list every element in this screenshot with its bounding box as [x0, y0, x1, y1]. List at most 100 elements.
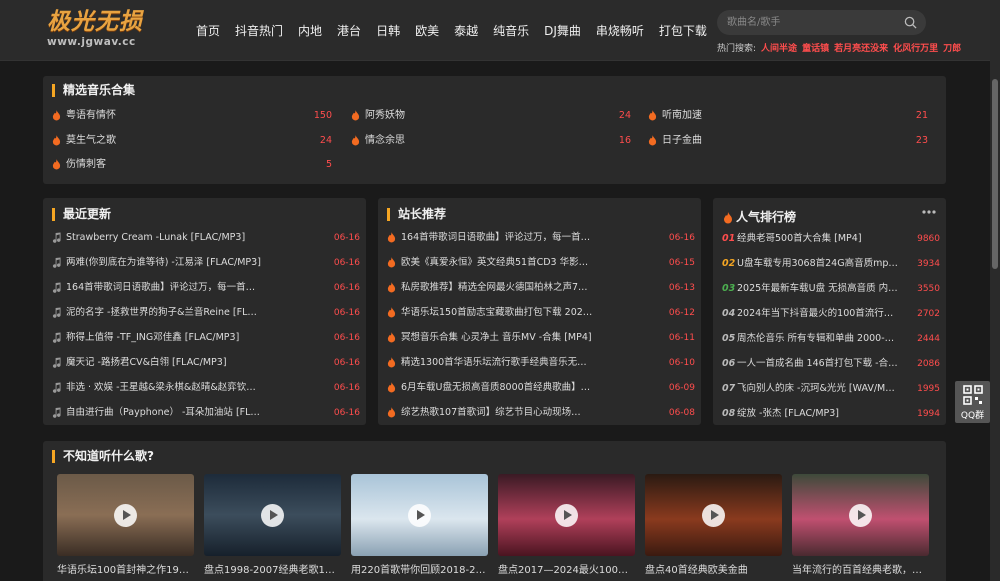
item-title: 非选 · 欢娱 -王星越&梁永棋&赵晴&赵弈钦…	[66, 382, 256, 393]
item-date: 06-08	[668, 408, 695, 418]
list-item[interactable]: 泥的名字 -拯救世界的狗子&兰音Reine [FL… 06-16	[52, 306, 360, 320]
collection-item[interactable]: 日子金曲 23	[648, 134, 928, 148]
item-title: 绽放 -张杰 [FLAC/MP3]	[737, 408, 839, 419]
play-icon[interactable]	[702, 504, 725, 527]
item-title: 经典老哥500首大合集 [MP4]	[737, 233, 862, 244]
list-item[interactable]: 两难(你到底在为谁等待) -江易泽 [FLAC/MP3] 06-16	[52, 256, 360, 270]
list-item[interactable]: 华语乐坛150首励志宝藏歌曲打包下载 202… 06-12	[387, 306, 695, 320]
nav-home[interactable]: 首页	[196, 22, 220, 40]
search-icon[interactable]	[904, 16, 917, 29]
list-item[interactable]: 164首带歌词日语歌曲】评论过万，每一首… 06-16	[52, 281, 360, 295]
list-item[interactable]: 欧美《真爱永恒》英文经典51首CD3 华影… 06-15	[387, 256, 695, 270]
item-title: 精选1300首华语乐坛流行歌手经典音乐无…	[401, 357, 587, 368]
video-thumbnail[interactable]	[351, 474, 488, 556]
play-count: 1994	[917, 409, 940, 419]
play-icon[interactable]	[408, 504, 431, 527]
collection-item[interactable]: 伤情刺客 5	[52, 158, 332, 172]
collection-item[interactable]: 莫生气之歌 24	[52, 134, 332, 148]
ranking-item[interactable]: 04 2024年当下抖音最火的100首流行… 2702	[722, 307, 940, 321]
list-item[interactable]: 综艺热歌107首歌词】综艺节目心动现场… 06-08	[387, 406, 695, 420]
list-item[interactable]: Strawberry Cream -Lunak [FLAC/MP3] 06-16	[52, 231, 360, 245]
rank-number: 04	[722, 308, 736, 319]
item-title: 164首带歌词日语歌曲】评论过万，每一首…	[401, 232, 591, 243]
nav-dj[interactable]: DJ舞曲	[544, 22, 581, 40]
list-item[interactable]: 私房歌推荐】精选全网最火德国柏林之声7… 06-13	[387, 281, 695, 295]
ranking-item[interactable]: 06 一人一首成名曲 146首打包下载 -合… 2086	[722, 357, 940, 371]
video-caption[interactable]: 当年流行的百首经典老歌，你…	[792, 561, 929, 576]
item-date: 06-16	[333, 408, 360, 418]
qq-group-button[interactable]: QQ群	[955, 381, 990, 423]
item-date: 06-13	[668, 283, 695, 293]
nav-jp-kr[interactable]: 日韩	[376, 22, 400, 40]
play-icon[interactable]	[114, 504, 137, 527]
play-count: 3550	[917, 284, 940, 294]
search-input[interactable]	[727, 13, 897, 32]
nav-medley[interactable]: 串烧畅听	[596, 22, 644, 40]
collection-name: 日子金曲	[662, 135, 702, 146]
video-thumbnail[interactable]	[498, 474, 635, 556]
ranking-item[interactable]: 08 绽放 -张杰 [FLAC/MP3] 1994	[722, 407, 940, 421]
item-title: 华语乐坛150首励志宝藏歌曲打包下载 202…	[401, 307, 593, 318]
item-date: 06-10	[668, 358, 695, 368]
list-item[interactable]: 自由进行曲（Payphone） -耳朵加油站 [FL… 06-16	[52, 406, 360, 420]
nav-douyin-hot[interactable]: 抖音热门	[235, 22, 283, 40]
list-item[interactable]: 魔天记 -路扬君CV&白翎 [FLAC/MP3] 06-16	[52, 356, 360, 370]
hot-keyword[interactable]: 人间半途	[761, 44, 797, 54]
collection-count: 24	[618, 110, 631, 121]
collection-name: 莫生气之歌	[66, 135, 116, 146]
ranking-item[interactable]: 05 周杰伦音乐 所有专辑和单曲 2000-2… 2444	[722, 332, 940, 346]
item-date: 06-16	[333, 283, 360, 293]
item-title: 魔天记 -路扬君CV&白翎 [FLAC/MP3]	[66, 357, 227, 368]
video-thumbnail[interactable]	[57, 474, 194, 556]
item-title: 2025年最新车载U盘 无损高音质 内…	[737, 283, 898, 294]
ranking-item[interactable]: 02 U盘车载专用3068首24G高音质mp… 3934	[722, 257, 940, 271]
nav-mainland[interactable]: 内地	[298, 22, 322, 40]
video-thumbnail[interactable]	[645, 474, 782, 556]
scrollbar-thumb[interactable]	[992, 79, 998, 269]
collections-title: 精选音乐合集	[52, 84, 135, 97]
play-icon[interactable]	[555, 504, 578, 527]
collection-item[interactable]: 粤语有情怀 150	[52, 109, 332, 123]
hot-keyword[interactable]: 刀郎	[943, 44, 961, 54]
collection-count: 16	[618, 135, 631, 146]
more-icon[interactable]	[922, 210, 936, 214]
list-item[interactable]: 称得上值得 -TF_ING邓佳鑫 [FLAC/MP3] 06-16	[52, 331, 360, 345]
nav-western[interactable]: 欧美	[415, 22, 439, 40]
video-caption[interactable]: 盘点2017—2024最火100首歌	[498, 561, 635, 576]
play-icon[interactable]	[849, 504, 872, 527]
list-item[interactable]: 精选1300首华语乐坛流行歌手经典音乐无… 06-10	[387, 356, 695, 370]
video-thumbnail[interactable]	[204, 474, 341, 556]
rank-number: 03	[722, 283, 736, 294]
video-caption[interactable]: 用220首歌带你回顾2018-202…	[351, 561, 488, 576]
play-icon[interactable]	[261, 504, 284, 527]
nav-thai-viet[interactable]: 泰越	[454, 22, 478, 40]
video-caption[interactable]: 盘点1998-2007经典老歌100首	[204, 561, 341, 576]
video-caption[interactable]: 盘点40首经典欧美金曲	[645, 561, 782, 576]
video-thumbnail[interactable]	[792, 474, 929, 556]
play-count: 2444	[917, 334, 940, 344]
ranking-item[interactable]: 01 经典老哥500首大合集 [MP4] 9860	[722, 232, 940, 246]
hot-keyword[interactable]: 童话镇	[802, 44, 829, 54]
hot-keyword[interactable]: 若月亮还没来	[834, 44, 888, 54]
collection-item[interactable]: 阿秀妖物 24	[351, 109, 631, 123]
collection-item[interactable]: 情念余思 16	[351, 134, 631, 148]
music-note-icon	[52, 357, 61, 368]
ranking-item[interactable]: 07 飞向别人的床 -沉珂&光光 [WAV/MP3] 1995	[722, 382, 940, 396]
item-date: 06-16	[333, 258, 360, 268]
site-logo[interactable]: 极光无损 www.jgwav.cc	[47, 8, 147, 50]
item-date: 06-09	[668, 383, 695, 393]
list-item[interactable]: 非选 · 欢娱 -王星越&梁永棋&赵晴&赵弈钦… 06-16	[52, 381, 360, 395]
ranking-item[interactable]: 03 2025年最新车载U盘 无损高音质 内… 3550	[722, 282, 940, 296]
list-item[interactable]: 冥想音乐合集 心灵净土 音乐MV -合集 [MP4] 06-11	[387, 331, 695, 345]
nav-hk-tw[interactable]: 港台	[337, 22, 361, 40]
nav-bundle-download[interactable]: 打包下载	[659, 22, 707, 40]
list-item[interactable]: 164首带歌词日语歌曲】评论过万，每一首… 06-16	[387, 231, 695, 245]
list-item[interactable]: 6月车载U盘无损高音质8000首经典歌曲】… 06-09	[387, 381, 695, 395]
nav-instrumental[interactable]: 纯音乐	[493, 22, 529, 40]
collection-item[interactable]: 听南加速 21	[648, 109, 928, 123]
hot-keyword[interactable]: 化风行万里	[893, 44, 938, 54]
item-title: 称得上值得 -TF_ING邓佳鑫 [FLAC/MP3]	[66, 332, 240, 343]
rank-number: 06	[722, 358, 736, 369]
video-caption[interactable]: 华语乐坛100首封神之作1986…	[57, 561, 194, 576]
item-date: 06-16	[333, 383, 360, 393]
